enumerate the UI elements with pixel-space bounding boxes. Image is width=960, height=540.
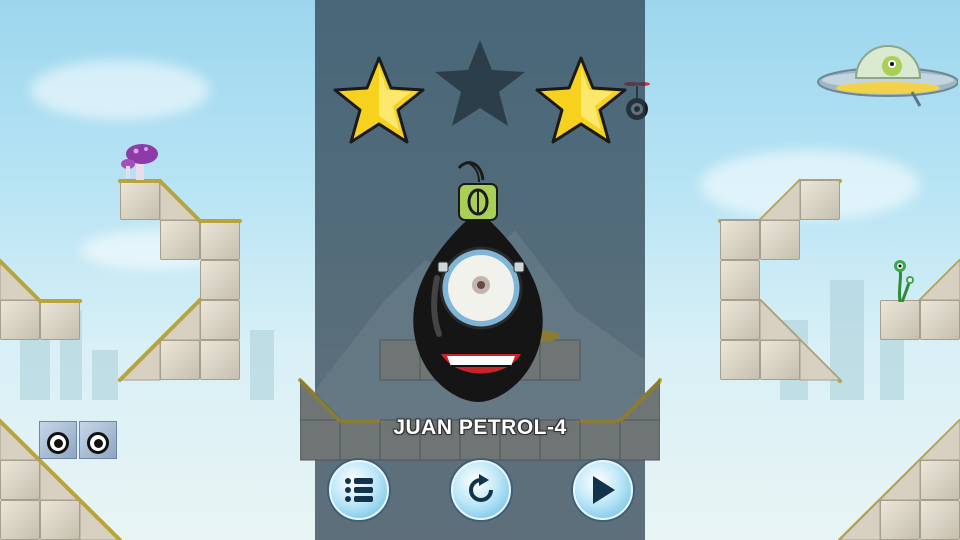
level-name-label: JUAN PETROL-4 (393, 416, 567, 439)
play-icon (593, 476, 615, 504)
list-icon (345, 478, 373, 502)
star-1 (333, 56, 425, 144)
next-level-button[interactable] (573, 460, 633, 520)
ufo (817, 45, 958, 107)
juan-petrol-character (413, 161, 543, 402)
restart-button[interactable] (451, 460, 511, 520)
level-complete-panel (300, 0, 660, 540)
level-list-button[interactable] (329, 460, 389, 520)
star-3 (535, 56, 627, 144)
restart-icon (469, 474, 493, 502)
star-2-empty (435, 40, 525, 126)
alien-plant (894, 260, 914, 302)
